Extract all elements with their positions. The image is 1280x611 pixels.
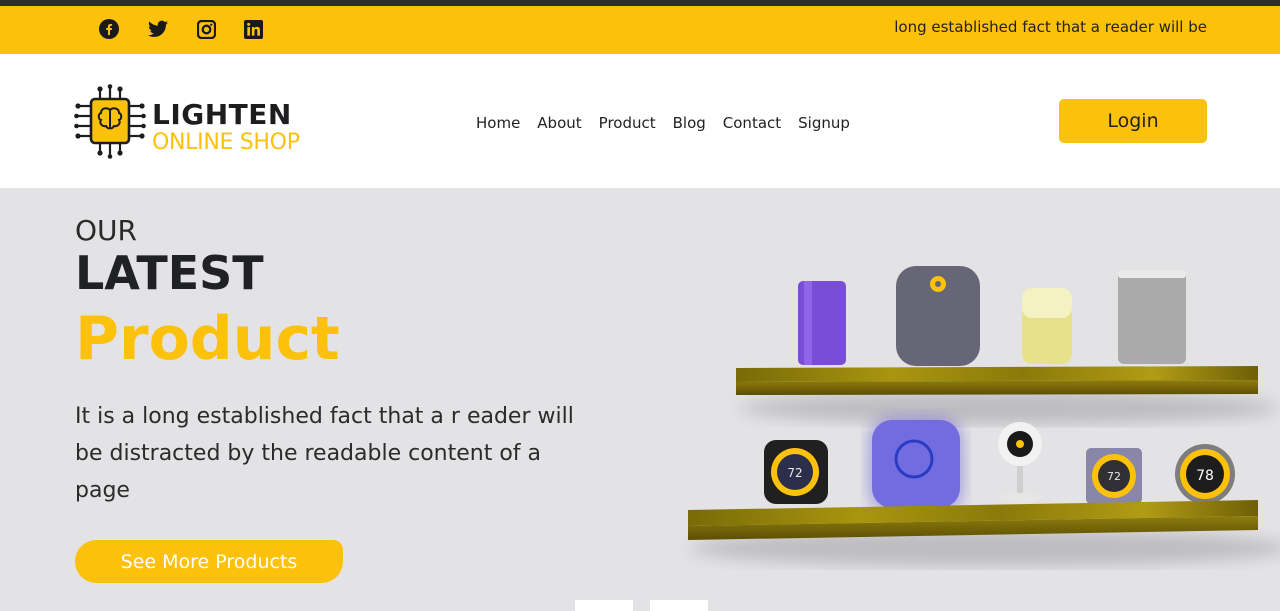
nav-home[interactable]: Home (476, 114, 520, 132)
nav-blog[interactable]: Blog (673, 114, 706, 132)
circuit-brain-logo-icon (74, 84, 146, 159)
nav-product[interactable]: Product (599, 114, 656, 132)
see-more-products-button[interactable]: See More Products (75, 540, 343, 583)
linkedin-icon[interactable] (243, 19, 263, 39)
thermostat-1-reading: 72 (787, 466, 802, 480)
site-header: LIGHTEN ONLINE SHOP Home About Product B… (0, 54, 1280, 188)
logo-subtitle: ONLINE SHOP (152, 130, 300, 155)
thermostat-2-reading: 72 (1107, 470, 1121, 483)
nav-about[interactable]: About (537, 114, 581, 132)
login-button[interactable]: Login (1059, 99, 1207, 143)
instagram-icon[interactable] (196, 19, 216, 39)
top-bar: long established fact that a reader will… (0, 6, 1280, 54)
carousel-indicator-1[interactable] (575, 600, 633, 611)
hero-our: OUR (75, 214, 137, 247)
hero-product: Product (75, 304, 340, 374)
facebook-icon[interactable] (99, 19, 119, 39)
logo-title: LIGHTEN (152, 98, 292, 131)
main-nav: Home About Product Blog Contact Signup (476, 114, 850, 132)
marquee-text: long established fact that a reader will… (894, 18, 1207, 36)
hero-description: It is a long established fact that a r e… (75, 404, 574, 503)
thermostat-3-reading: 78 (1196, 468, 1214, 484)
twitter-icon[interactable] (148, 19, 168, 39)
brand-logo[interactable]: LIGHTEN ONLINE SHOP (74, 84, 344, 160)
nav-signup[interactable]: Signup (798, 114, 850, 132)
hero-latest: LATEST (75, 246, 264, 300)
nav-contact[interactable]: Contact (723, 114, 781, 132)
smart-devices-shelf-image: 72 72 78 (688, 266, 1280, 566)
hero-section: OUR LATEST Product It is a long establis… (0, 188, 1280, 611)
